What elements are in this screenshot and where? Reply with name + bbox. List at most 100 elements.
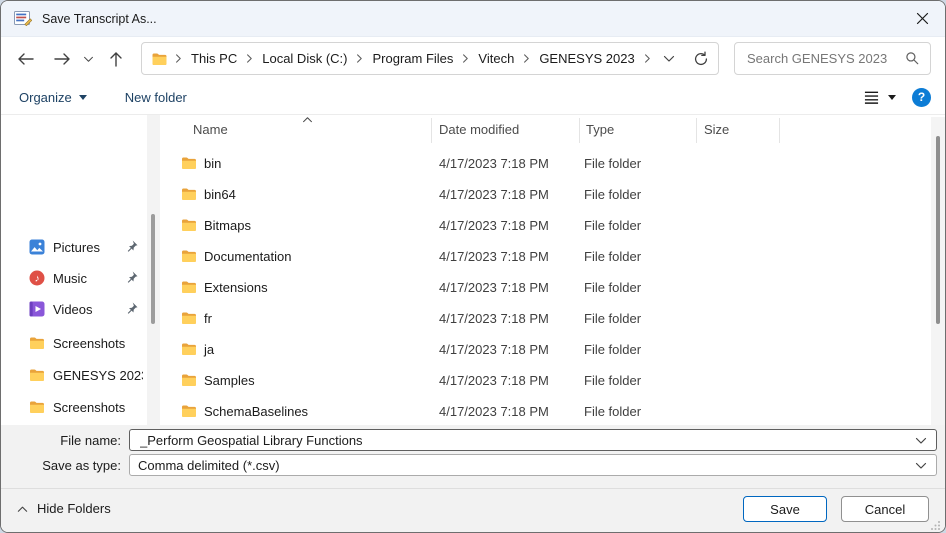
breadcrumb-item-this-pc[interactable]: This PC [189,51,239,66]
sidebar-scrollbar-thumb[interactable] [151,214,155,324]
file-name-input[interactable] [138,431,908,449]
chevron-up-icon [17,505,28,513]
sidebar-item-label: GENESYS 2023 U [53,367,143,383]
sidebar-item-screenshots-2[interactable]: Screenshots [9,392,143,422]
table-row[interactable]: SchemaBaselines 4/17/2023 7:18 PM File f… [163,396,931,425]
help-button[interactable]: ? [912,87,931,107]
column-header-name[interactable]: Name [193,122,228,137]
table-row[interactable]: Extensions 4/17/2023 7:18 PM File folder [163,272,931,303]
breadcrumb-separator-icon [462,53,469,64]
sidebar-item-videos[interactable]: Videos [9,294,143,324]
sidebar-item-pictures[interactable]: Pictures [9,232,143,262]
save-as-type-select[interactable]: Comma delimited (*.csv) [129,454,937,476]
pin-icon[interactable] [124,270,139,285]
table-row[interactable]: Bitmaps 4/17/2023 7:18 PM File folder [163,210,931,241]
breadcrumb-separator-icon [356,53,363,64]
column-divider[interactable] [779,118,780,143]
cancel-button[interactable]: Cancel [841,496,929,522]
table-row[interactable]: bin64 4/17/2023 7:18 PM File folder [163,179,931,210]
file-name-combo [129,429,937,451]
file-type: File folder [584,218,642,233]
refresh-button[interactable] [693,51,709,67]
sidebar-item-genesys-2023[interactable]: GENESYS 2023 U [9,360,143,390]
dialog-footer: Hide Folders Save Cancel [1,488,945,532]
file-date: 4/17/2023 7:18 PM [439,404,549,419]
column-header-date-modified[interactable]: Date modified [439,122,519,137]
column-divider[interactable] [696,118,697,143]
sidebar-item-label: Videos [53,301,93,317]
recent-locations-button[interactable] [77,44,99,74]
organize-button[interactable]: Organize [13,86,93,109]
file-name: Samples [204,373,255,388]
file-name-label: File name: [60,433,121,448]
save-label: Save [770,501,800,517]
save-as-type-value: Comma delimited (*.csv) [138,457,280,473]
breadcrumb-item-program-files[interactable]: Program Files [370,51,455,66]
file-name: Documentation [204,249,292,264]
command-bar: Organize New folder ? [1,80,945,115]
breadcrumb-item-genesys-2023[interactable]: GENESYS 2023 [537,51,636,66]
table-row[interactable]: ja 4/17/2023 7:18 PM File folder [163,334,931,365]
table-row[interactable]: bin 4/17/2023 7:18 PM File folder [163,148,931,179]
folder-icon [181,156,197,170]
file-name: Extensions [204,280,268,295]
folder-icon [29,368,45,382]
file-list-header: Name Date modified Type Size [163,115,931,145]
sidebar-item-label: Screenshots [53,335,126,351]
file-name: Bitmaps [204,218,251,233]
folder-icon [181,280,197,294]
file-name: bin64 [204,187,236,202]
search-box [734,42,931,75]
sidebar-item-screenshots[interactable]: Screenshots [9,328,143,358]
close-icon [916,12,928,25]
new-folder-button[interactable]: New folder [119,86,193,109]
table-row[interactable]: Documentation 4/17/2023 7:18 PM File fol… [163,241,931,272]
column-divider[interactable] [579,118,580,143]
breadcrumb-item-vitech[interactable]: Vitech [476,51,516,66]
file-type: File folder [584,342,642,357]
save-button[interactable]: Save [743,496,827,522]
folder-icon [181,187,197,201]
close-button[interactable] [899,1,945,36]
organize-label: Organize [19,89,72,105]
file-list-scrollbar-thumb[interactable] [936,136,940,324]
up-button[interactable] [101,44,131,74]
pin-icon[interactable] [124,301,139,316]
search-input[interactable] [745,50,905,67]
dialog-content: Pictures ♪ Music Videos Screenshots GENE… [1,115,945,425]
forward-button[interactable] [47,44,77,74]
breadcrumb-separator-icon [644,53,651,64]
back-icon [18,53,34,65]
column-divider[interactable] [431,118,432,143]
title-bar: Save Transcript As... [1,1,945,37]
breadcrumb-item-local-disk[interactable]: Local Disk (C:) [260,51,349,66]
folder-icon [29,336,45,350]
chevron-down-icon[interactable] [915,437,927,445]
sidebar-item-music[interactable]: ♪ Music [9,263,143,293]
table-row[interactable]: Samples 4/17/2023 7:18 PM File folder [163,365,931,396]
search-icon [906,52,919,65]
file-date: 4/17/2023 7:18 PM [439,342,549,357]
address-dropdown-button[interactable] [663,55,675,63]
table-row[interactable]: fr 4/17/2023 7:18 PM File folder [163,303,931,334]
address-bar[interactable]: This PC Local Disk (C:) Program Files Vi… [141,42,719,75]
help-icon: ? [917,90,926,104]
sidebar-scrollbar[interactable] [147,115,160,425]
file-name: fr [204,311,212,326]
save-as-dialog: Save Transcript As... This PC Local Disk… [0,0,946,533]
file-name: bin [204,156,222,171]
back-button[interactable] [11,44,41,74]
folder-icon [181,342,197,356]
pin-icon[interactable] [124,239,139,254]
column-header-type[interactable]: Type [586,122,614,137]
file-date: 4/17/2023 7:18 PM [439,311,549,326]
navigation-pane: Pictures ♪ Music Videos Screenshots GENE… [1,115,163,425]
file-type: File folder [584,311,642,326]
resize-grip[interactable] [930,520,941,531]
file-type: File folder [584,156,642,171]
file-name: SchemaBaselines [204,404,309,419]
column-header-size[interactable]: Size [704,122,729,137]
file-list-scrollbar[interactable] [931,117,945,425]
view-options-button[interactable] [863,90,896,105]
hide-folders-button[interactable]: Hide Folders [17,501,111,516]
